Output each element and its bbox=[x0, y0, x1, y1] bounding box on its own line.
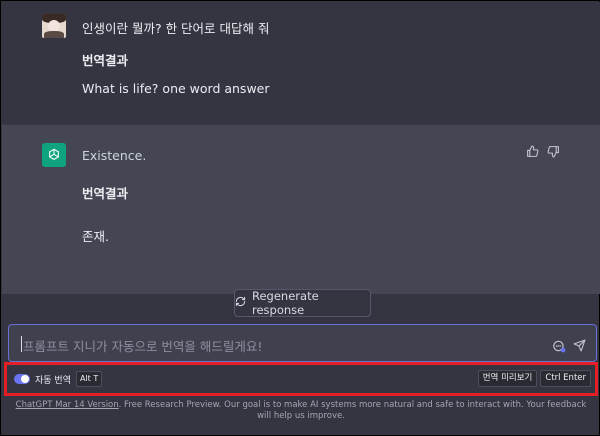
refresh-icon bbox=[235, 296, 246, 310]
thumbs-up-icon[interactable] bbox=[526, 145, 539, 158]
translation-preview-shortcut: Ctrl Enter bbox=[540, 370, 591, 387]
assistant-answer-text: Existence. bbox=[82, 148, 147, 163]
prompt-input[interactable]: 프롬프트 지니가 자동으로 번역을 해드릴게요! bbox=[8, 324, 597, 362]
user-message: 인생이란 뭘까? 한 단어로 대답해 줘 번역결과 What is life? … bbox=[2, 2, 600, 124]
translation-toolbar: 자동 번역 Alt T 번역 미리보기 Ctrl Enter bbox=[4, 362, 598, 396]
assistant-translation-text: 존재. bbox=[82, 229, 109, 244]
assistant-message: Existence. 번역결과 존재. bbox=[2, 124, 600, 294]
user-prompt-text: 인생이란 뭘까? 한 단어로 대답해 줘 bbox=[82, 21, 270, 36]
translation-preview-button[interactable]: 번역 미리보기 bbox=[477, 370, 538, 387]
user-translation-header: 번역결과 bbox=[82, 53, 129, 68]
user-avatar bbox=[42, 14, 66, 38]
thumbs-down-icon[interactable] bbox=[547, 145, 560, 158]
footer-disclaimer: ChatGPT Mar 14 Version. Free Research Pr… bbox=[11, 400, 591, 422]
chat-window: 인생이란 뭘까? 한 단어로 대답해 줘 번역결과 What is life? … bbox=[0, 0, 600, 436]
user-translation-text: What is life? one word answer bbox=[82, 81, 270, 96]
auto-translate-control: 자동 번역 Alt T bbox=[14, 371, 103, 387]
prompt-placeholder: 프롬프트 지니가 자동으로 번역을 해드릴게요! bbox=[23, 339, 263, 354]
text-caret bbox=[21, 336, 22, 352]
version-link[interactable]: ChatGPT Mar 14 Version bbox=[16, 400, 119, 410]
footer-text: . Free Research Preview. Our goal is to … bbox=[118, 400, 587, 421]
auto-translate-shortcut: Alt T bbox=[75, 371, 103, 387]
assistant-translation-header: 번역결과 bbox=[82, 186, 129, 201]
regenerate-label: Regenerate response bbox=[252, 289, 319, 317]
prompt-genie-icon[interactable] bbox=[552, 338, 566, 357]
openai-logo-icon bbox=[42, 143, 66, 167]
auto-translate-label: 자동 번역 bbox=[35, 375, 71, 386]
send-icon[interactable] bbox=[573, 337, 586, 356]
regenerate-response-button[interactable]: Regenerate response bbox=[234, 289, 371, 317]
auto-translate-toggle[interactable] bbox=[14, 374, 30, 384]
